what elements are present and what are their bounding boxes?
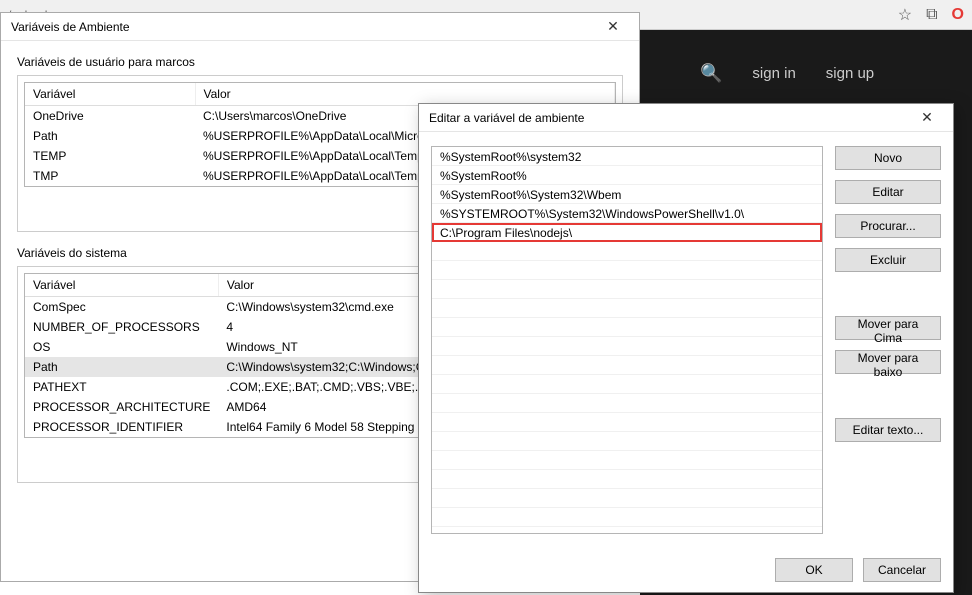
path-entry[interactable] [432,261,822,280]
bookmark-icon[interactable]: ⧉ [926,6,937,24]
var-cell: NUMBER_OF_PROCESSORS [25,317,218,337]
var-cell: TEMP [25,146,195,166]
var-cell: TMP [25,166,195,186]
star-icon[interactable]: ☆ [898,5,912,25]
path-entry[interactable] [432,413,822,432]
edit-text-button[interactable]: Editar texto... [835,418,941,442]
var-cell: PROCESSOR_IDENTIFIER [25,417,218,437]
path-entry[interactable] [432,451,822,470]
signin-link[interactable]: sign in [752,65,795,82]
path-entry[interactable]: %SystemRoot%\system32 [432,147,822,166]
path-entry[interactable] [432,356,822,375]
close-icon[interactable]: ✕ [907,109,947,126]
path-entry[interactable] [432,489,822,508]
path-entry[interactable] [432,432,822,451]
path-entry[interactable] [432,470,822,489]
col-variable[interactable]: Variável [25,274,218,297]
path-entry[interactable]: C:\Program Files\nodejs\ [432,223,822,242]
new-button[interactable]: Novo [835,146,941,170]
edit-path-titlebar: Editar a variável de ambiente ✕ [419,104,953,132]
path-list[interactable]: %SystemRoot%\system32%SystemRoot%%System… [431,146,823,534]
path-entry[interactable] [432,337,822,356]
path-entry[interactable] [432,280,822,299]
env-vars-titlebar: Variáveis de Ambiente ✕ [1,13,639,41]
col-variable[interactable]: Variável [25,83,195,106]
ok-button[interactable]: OK [775,558,853,582]
edit-buttons-col: Novo Editar Procurar... Excluir Mover pa… [835,146,941,534]
path-entry[interactable] [432,375,822,394]
delete-button[interactable]: Excluir [835,248,941,272]
path-entry[interactable] [432,242,822,261]
path-entry[interactable] [432,508,822,527]
user-vars-label: Variáveis de usuário para marcos [17,55,623,69]
page-nav: 🔍 sign in sign up [640,48,972,98]
move-down-button[interactable]: Mover para baixo [835,350,941,374]
var-cell: Path [25,126,195,146]
path-entry[interactable]: %SYSTEMROOT%\System32\WindowsPowerShell\… [432,204,822,223]
edit-button[interactable]: Editar [835,180,941,204]
var-cell: PATHEXT [25,377,218,397]
path-entry[interactable]: %SystemRoot% [432,166,822,185]
opera-icon[interactable]: O [952,6,964,24]
close-icon[interactable]: ✕ [593,18,633,35]
edit-path-title: Editar a variável de ambiente [429,111,584,125]
var-cell: OneDrive [25,106,195,127]
path-entry[interactable] [432,299,822,318]
move-up-button[interactable]: Mover para Cima [835,316,941,340]
var-cell: PROCESSOR_ARCHITECTURE [25,397,218,417]
search-icon[interactable]: 🔍 [700,63,722,84]
var-cell: ComSpec [25,297,218,318]
path-entry[interactable] [432,318,822,337]
var-cell: OS [25,337,218,357]
path-entry[interactable] [432,394,822,413]
var-cell: Path [25,357,218,377]
signup-link[interactable]: sign up [826,65,874,82]
env-vars-title: Variáveis de Ambiente [11,20,130,34]
cancel-button[interactable]: Cancelar [863,558,941,582]
path-entry[interactable]: %SystemRoot%\System32\Wbem [432,185,822,204]
edit-path-dialog: Editar a variável de ambiente ✕ %SystemR… [418,103,954,593]
browse-button[interactable]: Procurar... [835,214,941,238]
